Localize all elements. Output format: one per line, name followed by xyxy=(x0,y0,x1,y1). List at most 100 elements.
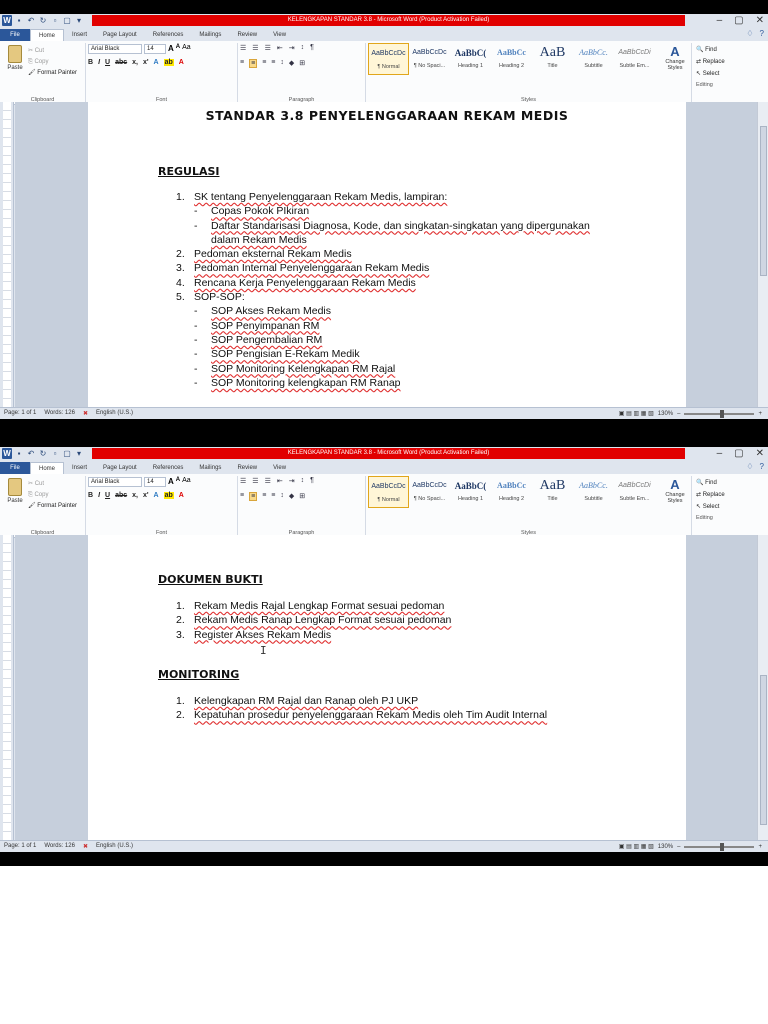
minimize-button[interactable]: – xyxy=(717,447,723,461)
font-name-select[interactable]: Arial Black xyxy=(88,44,142,54)
zoom-in-button[interactable]: + xyxy=(758,844,762,850)
change-case-button[interactable]: Aa xyxy=(182,477,191,487)
tab-mailings[interactable]: Mailings xyxy=(191,29,229,41)
ribbon-minimize-icon[interactable]: ♢ xyxy=(746,29,753,38)
paste-button[interactable]: Paste xyxy=(4,478,26,504)
superscript-button[interactable]: x' xyxy=(143,492,149,499)
tab-view[interactable]: View xyxy=(265,462,294,474)
multilevel-list-icon[interactable]: ☰ xyxy=(265,44,271,52)
shading-icon[interactable]: ◆ xyxy=(289,59,294,68)
borders-icon[interactable]: ⊞ xyxy=(299,59,305,68)
align-center-icon[interactable]: ≡ xyxy=(249,59,258,68)
save-icon[interactable]: ▪ xyxy=(14,15,24,26)
minimize-button[interactable]: – xyxy=(717,14,723,28)
print-preview-icon[interactable]: ▫ xyxy=(50,15,60,26)
align-left-icon[interactable]: ≡ xyxy=(240,492,244,501)
numbering-icon[interactable]: ☰ xyxy=(252,44,258,52)
redo-icon[interactable]: ↻ xyxy=(38,15,48,26)
multilevel-list-icon[interactable]: ☰ xyxy=(265,477,271,485)
font-size-select[interactable]: 14 xyxy=(144,44,166,54)
zoom-out-button[interactable]: – xyxy=(677,844,680,850)
increase-indent-icon[interactable]: ⇥ xyxy=(289,44,295,52)
underline-button[interactable]: U xyxy=(105,59,110,66)
zoom-in-button[interactable]: + xyxy=(758,411,762,417)
new-doc-icon[interactable]: ▢ xyxy=(62,448,72,459)
subscript-button[interactable]: x, xyxy=(132,59,138,66)
customize-qat-icon[interactable]: ▾ xyxy=(74,448,84,459)
ribbon-minimize-icon[interactable]: ♢ xyxy=(746,462,753,471)
font-color-button[interactable]: A xyxy=(179,492,184,499)
shrink-font-button[interactable]: A xyxy=(176,44,180,54)
word-count[interactable]: Words: 126 xyxy=(44,410,75,417)
superscript-button[interactable]: x' xyxy=(143,59,149,66)
tab-home[interactable]: Home xyxy=(30,462,65,474)
subscript-button[interactable]: x, xyxy=(132,492,138,499)
italic-button[interactable]: I xyxy=(98,59,100,66)
italic-button[interactable]: I xyxy=(98,492,100,499)
decrease-indent-icon[interactable]: ⇤ xyxy=(277,44,283,52)
highlight-button[interactable]: ab xyxy=(163,492,174,499)
language[interactable]: English (U.S.) xyxy=(96,843,133,850)
tab-review[interactable]: Review xyxy=(229,462,265,474)
text-effects-button[interactable]: A xyxy=(154,492,159,499)
view-buttons[interactable]: ▣ ▤ ▥ ▦ ▧ xyxy=(619,410,654,417)
sort-icon[interactable]: ↕ xyxy=(301,44,305,52)
copy-button[interactable]: ⎘ Copy xyxy=(28,490,77,501)
line-spacing-icon[interactable]: ↕ xyxy=(280,492,284,501)
word-logo-icon[interactable]: W xyxy=(2,15,12,26)
tab-page-layout[interactable]: Page Layout xyxy=(95,29,145,41)
replace-button[interactable]: ⇄ Replace xyxy=(696,56,725,68)
zoom-slider[interactable] xyxy=(684,842,755,851)
maximize-button[interactable]: ▢ xyxy=(734,14,743,28)
tab-references[interactable]: References xyxy=(145,462,192,474)
tab-insert[interactable]: Insert xyxy=(64,462,95,474)
change-styles-button[interactable]: A Change Styles xyxy=(663,44,687,71)
tab-view[interactable]: View xyxy=(265,29,294,41)
font-name-select[interactable]: Arial Black xyxy=(88,477,142,487)
find-button[interactable]: 🔍 Find xyxy=(696,44,725,56)
page-count[interactable]: Page: 1 of 1 xyxy=(4,410,36,417)
redo-icon[interactable]: ↻ xyxy=(38,448,48,459)
vertical-scrollbar[interactable] xyxy=(757,102,768,407)
close-button[interactable]: ✕ xyxy=(756,14,764,28)
maximize-button[interactable]: ▢ xyxy=(734,447,743,461)
borders-icon[interactable]: ⊞ xyxy=(299,492,305,501)
tab-file[interactable]: File xyxy=(0,462,30,474)
print-preview-icon[interactable]: ▫ xyxy=(50,448,60,459)
page-count[interactable]: Page: 1 of 1 xyxy=(4,843,36,850)
help-icon[interactable]: ? xyxy=(760,29,764,38)
align-right-icon[interactable]: ≡ xyxy=(262,59,266,68)
tab-insert[interactable]: Insert xyxy=(64,29,95,41)
zoom-slider[interactable] xyxy=(684,409,755,418)
tab-review[interactable]: Review xyxy=(229,29,265,41)
strikethrough-button[interactable]: abc xyxy=(115,59,127,66)
tab-file[interactable]: File xyxy=(0,29,30,41)
strikethrough-button[interactable]: abc xyxy=(115,492,127,499)
grow-font-button[interactable]: A xyxy=(168,477,174,487)
cut-button[interactable]: ✂ Cut xyxy=(28,479,77,490)
text-effects-button[interactable]: A xyxy=(154,59,159,66)
underline-button[interactable]: U xyxy=(105,492,110,499)
justify-icon[interactable]: ≡ xyxy=(271,59,275,68)
undo-icon[interactable]: ↶ xyxy=(26,15,36,26)
decrease-indent-icon[interactable]: ⇤ xyxy=(277,477,283,485)
scrollbar-thumb[interactable] xyxy=(760,126,767,276)
format-painter-button[interactable]: 🖌 Format Painter xyxy=(28,501,77,512)
increase-indent-icon[interactable]: ⇥ xyxy=(289,477,295,485)
bold-button[interactable]: B xyxy=(88,59,93,66)
change-styles-button[interactable]: A Change Styles xyxy=(663,477,687,504)
document-page[interactable]: STANDAR 3.8 PENYELENGGARAAN REKAM MEDIS … xyxy=(88,102,686,407)
numbering-icon[interactable]: ☰ xyxy=(252,477,258,485)
show-marks-icon[interactable]: ¶ xyxy=(310,477,314,485)
format-painter-button[interactable]: 🖌 Format Painter xyxy=(28,68,77,79)
replace-button[interactable]: ⇄ Replace xyxy=(696,489,725,501)
vertical-scrollbar[interactable] xyxy=(757,535,768,840)
find-button[interactable]: 🔍 Find xyxy=(696,477,725,489)
language[interactable]: English (U.S.) xyxy=(96,410,133,417)
copy-button[interactable]: ⎘ Copy xyxy=(28,57,77,68)
save-icon[interactable]: ▪ xyxy=(14,448,24,459)
undo-icon[interactable]: ↶ xyxy=(26,448,36,459)
zoom-out-button[interactable]: – xyxy=(677,411,680,417)
align-left-icon[interactable]: ≡ xyxy=(240,59,244,68)
paste-button[interactable]: Paste xyxy=(4,45,26,71)
